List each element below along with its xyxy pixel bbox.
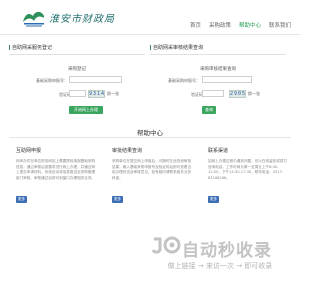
captcha-image[interactable]: 2905	[229, 90, 246, 98]
more-button[interactable]: 更多	[16, 196, 27, 203]
help-column-body: 如网上办理过程中遇到问题，可以在线留言或拨打咨询电话，工作时间为周一至周五上午8…	[208, 159, 288, 180]
watermark-text: 自动秒收录	[182, 241, 272, 261]
form-row: 基础采购申报号：	[9, 76, 145, 85]
logo-text: 淮安市财政局	[49, 14, 115, 25]
apply-number-input[interactable]	[202, 76, 252, 83]
query-button[interactable]: 查询	[202, 106, 216, 114]
query-panel: 自助网采审核结果查询 采购审核结果查询 基础采购申报号： 验证码： 2905 换…	[150, 44, 286, 120]
refresh-captcha-link[interactable]: 换一张	[248, 91, 260, 97]
watermark: 自动秒收录 做上链接 → 来访一次 → 即可收录	[150, 235, 290, 275]
more-button[interactable]: 更多	[112, 196, 123, 203]
form-row: 验证码： 9314 换一张	[9, 90, 145, 99]
form-row: 验证码： 2905 换一张	[150, 90, 286, 99]
start-apply-button[interactable]: 开始网上办理	[69, 106, 103, 114]
help-column: 联系渠道 如网上办理过程中遇到问题，可以在线留言或拨打咨询电话，工作时间为周一至…	[208, 147, 288, 203]
apply-number-input[interactable]	[69, 76, 122, 83]
register-panel: 自助网采服务登记 采购登记 基础采购申报号： 验证码： 9314 换一张 开始网…	[9, 44, 145, 120]
logo-icon	[23, 11, 44, 27]
help-column: 审批结果查询 采购单位在提交网上申报后，可随时在此查询审批结果，输入基础采购申报…	[112, 147, 192, 203]
nav-item-home[interactable]: 首页	[190, 21, 201, 29]
site-logo[interactable]: 淮安市财政局	[21, 8, 121, 30]
panel-title: 自助网采服务登记	[9, 44, 145, 55]
help-column-body: 网申办件在单位财务网站上需要提前填报基础采购信息，通过审核后按要求进行网上办理，…	[16, 159, 96, 180]
refresh-captcha-link[interactable]: 换一张	[107, 91, 119, 97]
field-label: 基础采购申报号：	[36, 78, 68, 83]
help-center-title: 帮助中心	[137, 129, 163, 137]
help-column-title: 审批结果查询	[112, 148, 143, 154]
captcha-image[interactable]: 9314	[88, 90, 105, 98]
captcha-input[interactable]	[69, 90, 86, 97]
field-label: 基础采购申报号：	[168, 78, 200, 83]
help-column-title: 联系渠道	[208, 148, 229, 154]
captcha-input[interactable]	[202, 90, 224, 97]
help-column: 互助网申报 网申办件在单位财务网站上需要提前填报基础采购信息，通过审核后按要求进…	[16, 147, 96, 203]
nav-item-help[interactable]: 帮助中心	[239, 21, 261, 29]
panel-subtitle: 采购登记	[68, 67, 86, 72]
watermark-subtext: 做上链接 → 来访一次 → 即可收录	[167, 262, 273, 270]
header-divider	[0, 34, 300, 35]
panel-title: 自助网采审核结果查询	[150, 44, 286, 55]
help-column-body: 采购单位在提交网上申报后，可随时在此查询审批结果，输入基础采购申报号及验证码后即…	[112, 159, 192, 180]
site-header: 淮安市财政局 首页 采购政策 帮助中心 联系我们	[0, 0, 300, 35]
more-button[interactable]: 更多	[208, 196, 219, 203]
watermark-logo-icon	[151, 236, 181, 254]
nav-item-policy[interactable]: 采购政策	[209, 21, 231, 29]
form-row: 基础采购申报号：	[150, 76, 286, 85]
help-column-title: 互助网申报	[16, 148, 42, 154]
main-nav: 首页 采购政策 帮助中心 联系我们	[190, 21, 291, 29]
help-divider	[9, 137, 291, 138]
nav-item-contact[interactable]: 联系我们	[269, 21, 291, 29]
panel-subtitle: 采购审核结果查询	[200, 67, 236, 72]
